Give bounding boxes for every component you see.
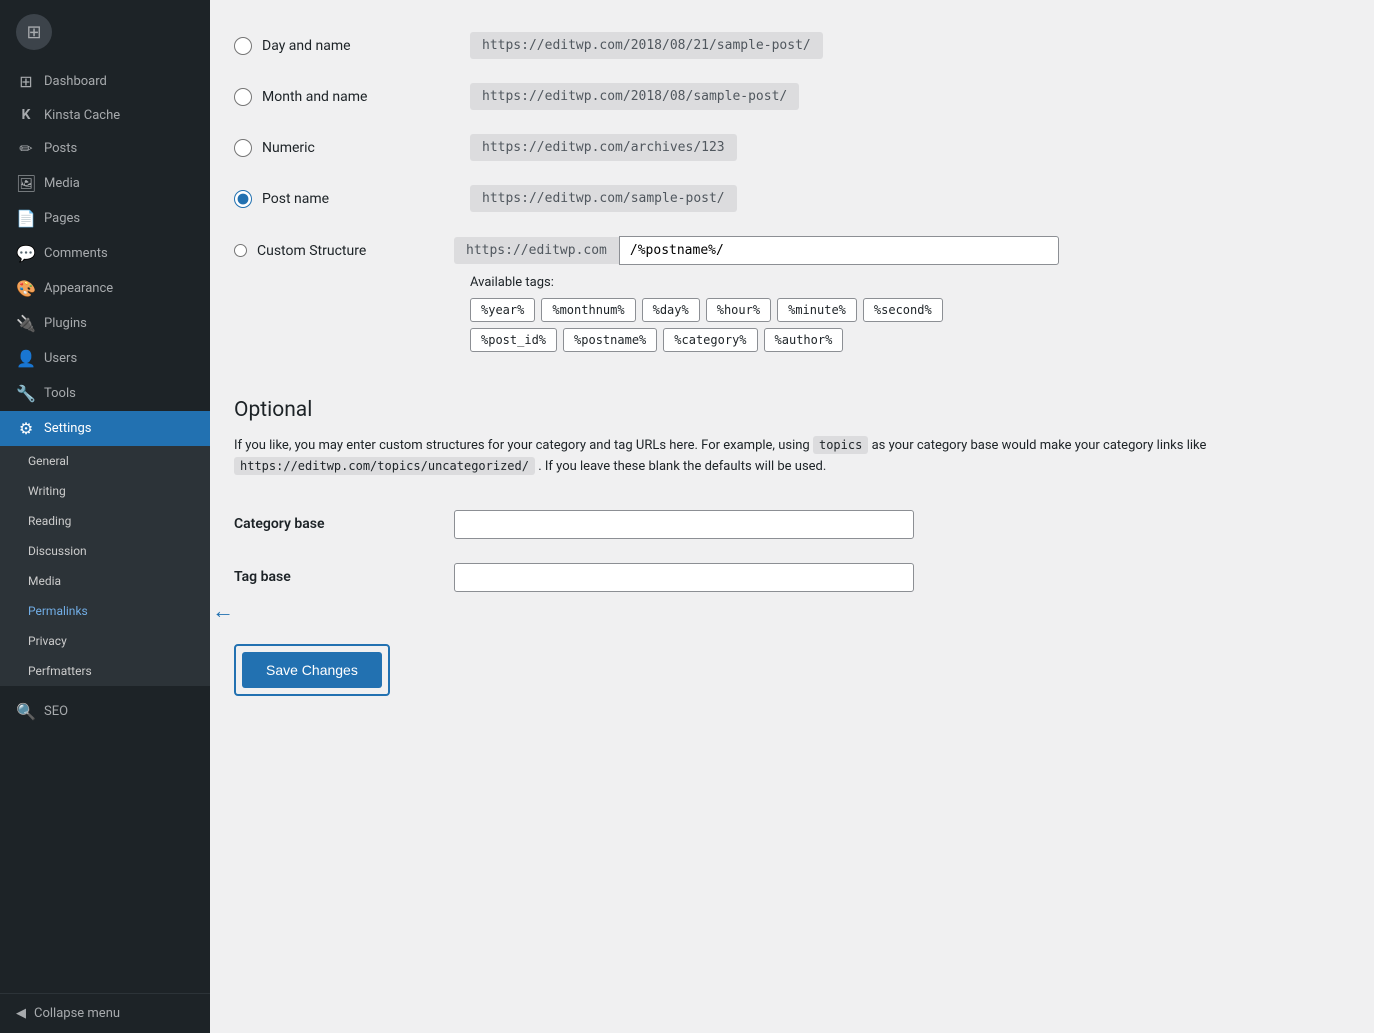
tag-postname[interactable]: %postname%	[563, 328, 657, 352]
tag-base-input[interactable]	[454, 563, 914, 592]
sidebar-item-plugins[interactable]: 🔌 Plugins	[0, 306, 210, 341]
permalink-option-custom: Custom Structure https://editwp.com Avai…	[234, 224, 1286, 370]
numeric-label[interactable]: Numeric	[234, 139, 454, 157]
optional-form-table: Category base Tag base	[234, 498, 1286, 604]
permalink-option-day-name: Day and name https://editwp.com/2018/08/…	[234, 20, 1286, 71]
sidebar-item-media[interactable]: 🖼 Media	[0, 166, 210, 201]
sidebar-item-seo[interactable]: 🔍 SEO	[0, 694, 210, 729]
permalink-option-month-name: Month and name https://editwp.com/2018/0…	[234, 71, 1286, 122]
tags-row-1: %year% %monthnum% %day% %hour% %minute% …	[470, 298, 1286, 322]
month-name-radio[interactable]	[234, 88, 252, 106]
users-icon: 👤	[16, 349, 36, 368]
day-name-radio[interactable]	[234, 37, 252, 55]
custom-radio[interactable]	[234, 244, 247, 257]
permalink-option-numeric: Numeric https://editwp.com/archives/123	[234, 122, 1286, 173]
sidebar-item-users[interactable]: 👤 Users	[0, 341, 210, 376]
permalinks-arrow-indicator: ←	[212, 598, 234, 624]
custom-structure-label[interactable]: Custom Structure	[234, 243, 454, 259]
tags-row-2: %post_id% %postname% %category% %author%	[470, 328, 1286, 352]
sidebar-logo: ⊞	[0, 0, 210, 64]
submenu-item-writing[interactable]: Writing	[0, 476, 210, 506]
submenu-item-general[interactable]: General	[0, 446, 210, 476]
custom-url-prefix: https://editwp.com	[454, 237, 619, 264]
submenu-item-permalinks[interactable]: Permalinks ←	[0, 596, 210, 626]
sidebar-item-appearance[interactable]: 🎨 Appearance	[0, 271, 210, 306]
post-name-url: https://editwp.com/sample-post/	[470, 185, 737, 212]
sidebar: ⊞ ⊞ Dashboard K Kinsta Cache ✏ Posts 🖼 M…	[0, 0, 210, 1033]
submenu-item-discussion[interactable]: Discussion	[0, 536, 210, 566]
post-name-radio[interactable]	[234, 190, 252, 208]
posts-icon: ✏	[16, 139, 36, 158]
month-name-url: https://editwp.com/2018/08/sample-post/	[470, 83, 799, 110]
numeric-url: https://editwp.com/archives/123	[470, 134, 737, 161]
submenu-item-reading[interactable]: Reading	[0, 506, 210, 536]
tag-year[interactable]: %year%	[470, 298, 535, 322]
topics-keyword: topics	[813, 436, 868, 454]
sidebar-item-comments[interactable]: 💬 Comments	[0, 236, 210, 271]
sidebar-item-kinsta-cache[interactable]: K Kinsta Cache	[0, 99, 210, 131]
tag-post-id[interactable]: %post_id%	[470, 328, 557, 352]
plugins-icon: 🔌	[16, 314, 36, 333]
day-name-url: https://editwp.com/2018/08/21/sample-pos…	[470, 32, 823, 59]
custom-path-input[interactable]	[619, 236, 1059, 265]
day-name-label[interactable]: Day and name	[234, 37, 454, 55]
tag-author[interactable]: %author%	[764, 328, 844, 352]
tag-minute[interactable]: %minute%	[777, 298, 857, 322]
settings-submenu: General Writing Reading Discussion Media…	[0, 446, 210, 686]
category-base-label: Category base	[234, 516, 325, 532]
tag-base-label: Tag base	[234, 569, 291, 585]
media-icon: 🖼	[16, 174, 36, 193]
category-base-row: Category base	[234, 498, 1286, 551]
optional-description: If you like, you may enter custom struct…	[234, 436, 1286, 478]
submenu-item-media[interactable]: Media	[0, 566, 210, 596]
kinsta-icon: K	[16, 107, 36, 123]
tools-icon: 🔧	[16, 384, 36, 403]
sidebar-item-dashboard[interactable]: ⊞ Dashboard	[0, 64, 210, 99]
tag-monthnum[interactable]: %monthnum%	[541, 298, 635, 322]
pages-icon: 📄	[16, 209, 36, 228]
appearance-icon: 🎨	[16, 279, 36, 298]
tag-base-row: Tag base	[234, 551, 1286, 604]
available-tags-label: Available tags:	[470, 275, 1286, 290]
save-changes-button[interactable]: Save Changes	[242, 652, 382, 688]
seo-icon: 🔍	[16, 702, 36, 721]
tag-hour[interactable]: %hour%	[706, 298, 771, 322]
save-changes-wrapper: Save Changes	[234, 644, 390, 696]
tag-base-th: Tag base	[234, 551, 454, 604]
tag-category[interactable]: %category%	[663, 328, 757, 352]
category-base-td	[454, 498, 1286, 551]
comments-icon: 💬	[16, 244, 36, 263]
example-url: https://editwp.com/topics/uncategorized/	[234, 457, 535, 475]
submenu-item-privacy[interactable]: Privacy	[0, 626, 210, 656]
settings-icon: ⚙	[16, 419, 36, 438]
tag-second[interactable]: %second%	[863, 298, 943, 322]
main-content: Day and name https://editwp.com/2018/08/…	[210, 0, 1374, 1033]
submenu-item-perfmatters[interactable]: Perfmatters	[0, 656, 210, 686]
optional-section-title: Optional	[234, 398, 1286, 422]
sidebar-item-pages[interactable]: 📄 Pages	[0, 201, 210, 236]
collapse-icon: ◀	[16, 1006, 26, 1021]
sidebar-item-settings[interactable]: ⚙ Settings	[0, 411, 210, 446]
tag-base-td	[454, 551, 1286, 604]
numeric-radio[interactable]	[234, 139, 252, 157]
post-name-label[interactable]: Post name	[234, 190, 454, 208]
category-base-input[interactable]	[454, 510, 914, 539]
dashboard-icon: ⊞	[16, 72, 36, 91]
collapse-menu-button[interactable]: ◀ Collapse menu	[0, 993, 210, 1033]
permalink-option-post-name: Post name https://editwp.com/sample-post…	[234, 173, 1286, 224]
tag-day[interactable]: %day%	[642, 298, 700, 322]
wp-logo-icon: ⊞	[16, 14, 52, 50]
sidebar-item-posts[interactable]: ✏ Posts	[0, 131, 210, 166]
month-name-label[interactable]: Month and name	[234, 88, 454, 106]
category-base-th: Category base	[234, 498, 454, 551]
sidebar-item-tools[interactable]: 🔧 Tools	[0, 376, 210, 411]
available-tags-section: Available tags: %year% %monthnum% %day% …	[470, 275, 1286, 358]
